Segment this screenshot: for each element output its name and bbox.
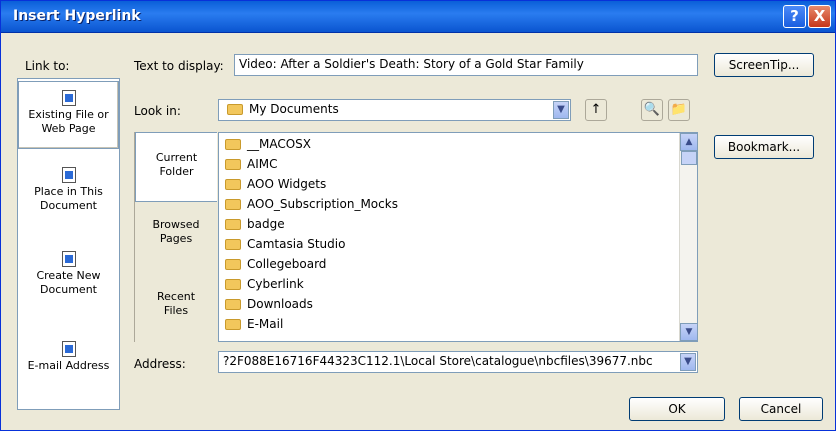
list-item[interactable]: AOO Widgets <box>225 174 326 194</box>
link-existing-file[interactable]: Existing File or Web Page <box>18 81 119 149</box>
file-name: Camtasia Studio <box>247 237 346 251</box>
cancel-button[interactable]: Cancel <box>739 397 823 421</box>
tab-recent-files[interactable]: Recent Files <box>135 290 217 330</box>
link-email-label: E-mail Address <box>27 359 110 372</box>
link-existing-file-label-1: Existing File or <box>28 108 109 121</box>
list-item[interactable]: AOO_Subscription_Mocks <box>225 194 398 214</box>
file-name: E-Mail <box>247 317 284 331</box>
list-item[interactable]: __MACOSX <box>225 134 311 154</box>
browse-file-icon[interactable]: 📁 <box>668 99 690 121</box>
list-item[interactable]: Camtasia Studio <box>225 234 345 254</box>
folder-icon <box>225 259 241 270</box>
tab-browsed-pages-l1: Browsed <box>152 218 200 231</box>
link-to-bar: Existing File or Web Page Place in This … <box>17 78 120 410</box>
up-one-folder-icon[interactable]: ↑ <box>585 99 607 121</box>
list-item[interactable]: E-Mail <box>225 314 283 334</box>
link-place-label-2: Document <box>40 199 97 212</box>
look-in-label: Look in: <box>134 104 181 118</box>
file-name: Cyberlink <box>247 277 304 291</box>
tab-current-folder-l2: Folder <box>159 165 194 178</box>
folder-icon <box>225 199 241 210</box>
ok-button[interactable]: OK <box>629 397 725 421</box>
tab-recent-files-l1: Recent <box>156 290 196 303</box>
browse-web-icon[interactable]: 🔍 <box>641 99 663 121</box>
list-item[interactable]: Downloads <box>225 294 313 314</box>
folder-icon <box>225 179 241 190</box>
existing-file-icon <box>61 90 76 106</box>
tab-recent-files-l2: Files <box>163 304 189 317</box>
look-in-value: My Documents <box>249 102 339 116</box>
address-input[interactable]: ?2F088E16716F44323C112.1\Local Store\cat… <box>218 351 698 373</box>
file-name: badge <box>247 217 285 231</box>
bookmark-button[interactable]: Bookmark... <box>714 135 814 159</box>
file-name: Downloads <box>247 297 313 311</box>
file-name: AIMC <box>247 157 278 171</box>
link-create-new-document[interactable]: Create New Document <box>18 251 119 315</box>
link-place-label-1: Place in This <box>34 185 103 198</box>
list-item[interactable]: badge <box>225 214 285 234</box>
insert-hyperlink-dialog: Insert Hyperlink ? X Link to: Text to di… <box>0 0 836 431</box>
link-email-address[interactable]: E-mail Address <box>18 341 119 391</box>
tab-browsed-pages[interactable]: Browsed Pages <box>135 218 217 258</box>
folder-icon <box>225 159 241 170</box>
close-button[interactable]: X <box>808 5 831 28</box>
file-name: Collegeboard <box>247 257 327 271</box>
address-label: Address: <box>134 357 186 371</box>
title-bar: Insert Hyperlink ? X <box>1 1 835 33</box>
scroll-thumb[interactable] <box>681 151 697 165</box>
email-address-icon <box>61 341 76 357</box>
tab-current-folder-l1: Current <box>155 151 198 164</box>
create-new-document-icon <box>61 251 76 267</box>
list-item[interactable]: Cyberlink <box>225 274 304 294</box>
folder-icon <box>225 219 241 230</box>
address-dropdown-arrow[interactable]: ▼ <box>680 353 696 371</box>
text-to-display-label: Text to display: <box>134 59 224 73</box>
text-to-display-input[interactable]: Video: After a Soldier's Death: Story of… <box>234 54 698 76</box>
dialog-title: Insert Hyperlink <box>13 8 141 24</box>
scroll-down-icon[interactable]: ▼ <box>680 323 698 341</box>
folder-icon <box>225 239 241 250</box>
folder-icon <box>225 139 241 150</box>
folder-icon <box>227 104 243 115</box>
link-create-label-2: Document <box>40 283 97 296</box>
folder-icon <box>225 319 241 330</box>
scroll-up-icon[interactable]: ▲ <box>680 133 698 151</box>
link-to-label: Link to: <box>25 59 70 73</box>
list-item[interactable]: Collegeboard <box>225 254 326 274</box>
folder-icon <box>225 299 241 310</box>
file-name: __MACOSX <box>247 137 312 151</box>
look-in-combo[interactable]: My Documents <box>218 99 571 121</box>
place-in-document-icon <box>61 167 76 183</box>
file-list[interactable]: __MACOSX AIMC AOO Widgets AOO_Subscripti… <box>218 132 698 342</box>
link-place-in-document[interactable]: Place in This Document <box>18 167 119 231</box>
folder-icon <box>225 279 241 290</box>
help-button[interactable]: ? <box>783 5 806 28</box>
file-list-scrollbar[interactable]: ▲ ▼ <box>679 133 698 341</box>
file-name: AOO_Subscription_Mocks <box>247 197 398 211</box>
link-existing-file-label-2: Web Page <box>41 122 96 135</box>
tab-current-folder[interactable]: Current Folder <box>135 132 217 202</box>
screentip-button[interactable]: ScreenTip... <box>714 53 814 77</box>
tab-browsed-pages-l2: Pages <box>159 232 193 245</box>
link-create-label-1: Create New <box>36 269 101 282</box>
list-item[interactable]: AIMC <box>225 154 277 174</box>
file-name: AOO Widgets <box>247 177 327 191</box>
browse-tabs: Current Folder Browsed Pages Recent File… <box>134 132 217 342</box>
look-in-dropdown-arrow[interactable]: ▼ <box>553 101 569 119</box>
